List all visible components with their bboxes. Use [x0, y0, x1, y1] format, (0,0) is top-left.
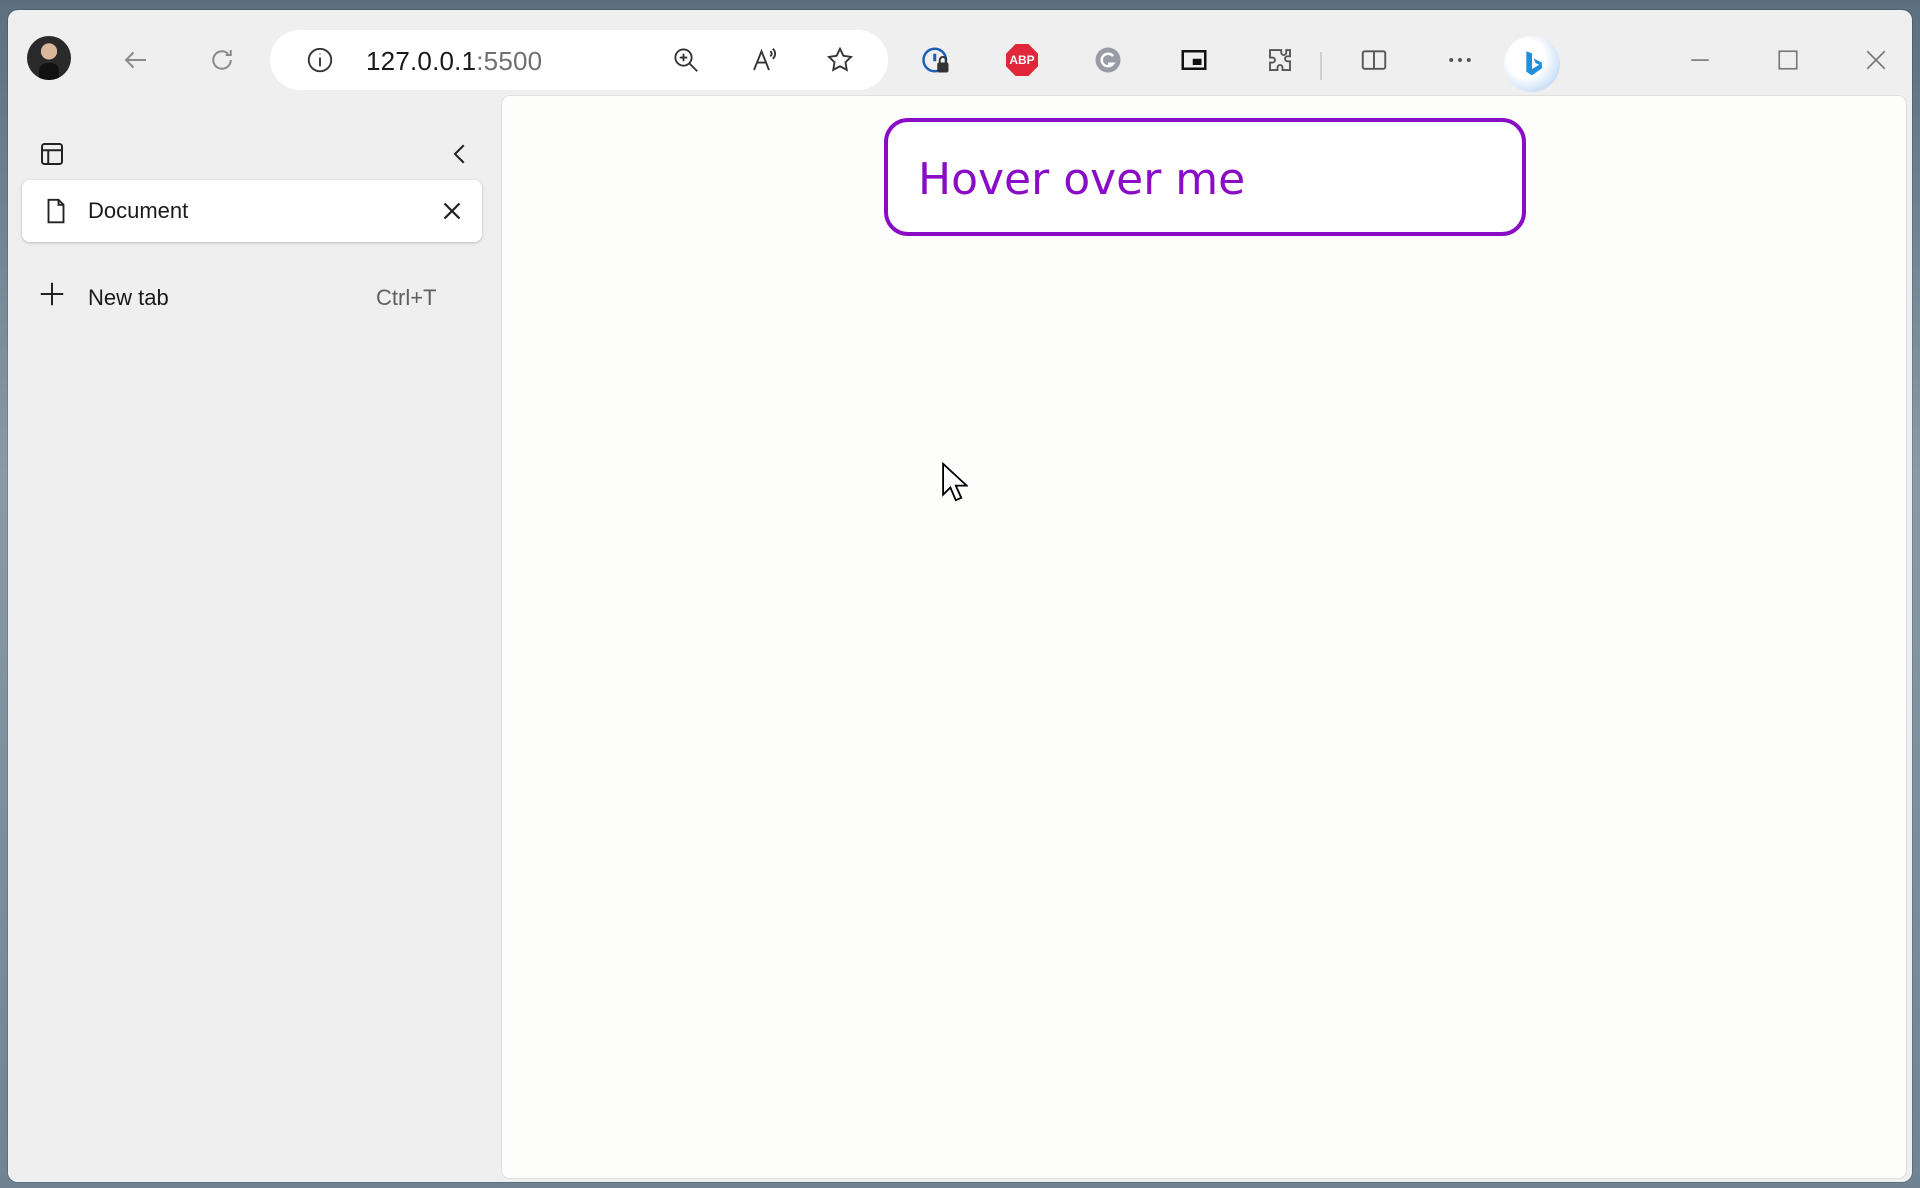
favorite-star-icon[interactable] — [820, 40, 860, 80]
toolbar-divider — [1320, 52, 1322, 80]
address-url[interactable]: 127.0.0.1:5500 — [366, 46, 542, 77]
address-port: :5500 — [476, 46, 543, 76]
new-tab-button[interactable]: New tab — [88, 285, 169, 311]
split-screen-icon[interactable] — [1354, 40, 1394, 80]
grammarly-icon[interactable] — [1088, 40, 1128, 80]
refresh-icon[interactable] — [202, 40, 242, 80]
close-tab-icon[interactable] — [432, 191, 472, 231]
adblock-plus-icon[interactable]: ABP — [1002, 40, 1042, 80]
abp-badge: ABP — [1006, 44, 1038, 76]
picture-in-picture-icon[interactable] — [1174, 40, 1214, 80]
site-info-icon[interactable] — [300, 40, 340, 80]
extensions-puzzle-icon[interactable] — [1260, 40, 1300, 80]
hover-box[interactable]: Hover over me — [884, 118, 1526, 236]
tab-actions-icon[interactable] — [32, 134, 72, 174]
mouse-cursor-icon — [942, 462, 968, 502]
title-toolbar: 127.0.0.1:5500 ABP — [8, 10, 1912, 98]
password-lock-icon[interactable] — [916, 40, 956, 80]
profile-avatar[interactable] — [27, 36, 71, 80]
bing-copilot-icon[interactable] — [1504, 36, 1560, 92]
page-content: Hover over me — [502, 96, 1906, 1178]
tab-document[interactable]: Document — [22, 180, 482, 242]
tab-label: Document — [88, 198, 189, 223]
plus-icon[interactable] — [32, 274, 72, 314]
minimize-icon[interactable] — [1680, 40, 1720, 80]
more-dots-icon[interactable] — [1440, 40, 1480, 80]
zoom-in-icon[interactable] — [666, 40, 706, 80]
close-window-icon[interactable] — [1856, 40, 1896, 80]
collapse-sidebar-chevron-icon[interactable] — [440, 134, 480, 174]
vertical-tabs-sidebar: Document New tab Ctrl+T — [8, 98, 504, 1182]
back-arrow-icon[interactable] — [116, 40, 156, 80]
maximize-icon[interactable] — [1768, 40, 1808, 80]
hover-box-text: Hover over me — [918, 154, 1246, 205]
document-icon — [36, 191, 76, 231]
address-bar[interactable]: 127.0.0.1:5500 — [270, 30, 888, 90]
address-host: 127.0.0.1 — [366, 46, 477, 76]
browser-window: 127.0.0.1:5500 ABP Document New tab Ctrl… — [8, 10, 1912, 1182]
new-tab-shortcut: Ctrl+T — [376, 285, 437, 310]
read-aloud-icon[interactable] — [744, 40, 784, 80]
